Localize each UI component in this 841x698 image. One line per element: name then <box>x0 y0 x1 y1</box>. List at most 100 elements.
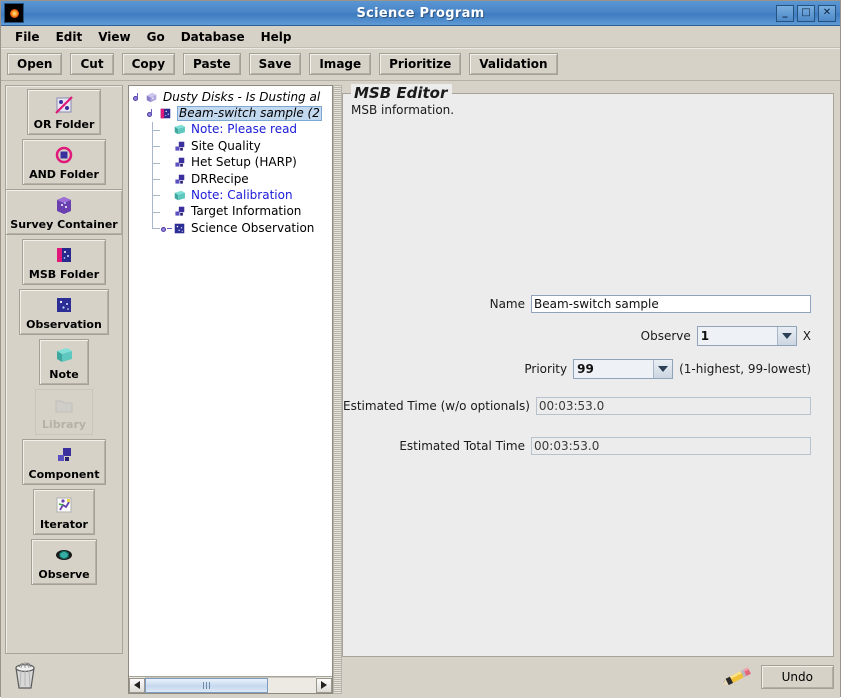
tree-node[interactable]: Note: Calibration <box>129 187 332 205</box>
close-button[interactable]: ✕ <box>818 4 836 22</box>
tree-node[interactable]: Het Setup (HARP) <box>129 154 332 172</box>
palette-button-label: Note <box>49 368 79 381</box>
component-icon <box>172 139 188 154</box>
trash-area <box>5 654 123 698</box>
palette-button-iterator[interactable]: Iterator <box>33 489 95 535</box>
priority-combobox[interactable]: 99 <box>573 359 674 379</box>
msb-form: Name Observe 1 X Priority <box>343 295 833 455</box>
survey-container-icon <box>53 194 75 216</box>
palette-button-label: Observe <box>38 568 90 581</box>
minimize-button[interactable]: _ <box>776 4 794 22</box>
palette-button-label: Component <box>28 468 100 481</box>
prioritize-button[interactable]: Prioritize <box>379 53 462 75</box>
palette-button-or-folder[interactable]: OR Folder <box>26 89 102 135</box>
scroll-left-icon[interactable] <box>129 677 145 693</box>
component-icon <box>172 155 188 170</box>
tree-node[interactable]: Science Observation <box>129 220 332 236</box>
palette-button-observation[interactable]: Observation <box>19 289 109 335</box>
tree-node[interactable]: Dusty Disks - Is Dusting al <box>129 89 332 105</box>
msb-folder-icon <box>158 106 174 121</box>
tree-horizontal-scrollbar[interactable] <box>129 676 332 693</box>
tree-node[interactable]: Site Quality <box>129 138 332 156</box>
tree-node-spacer <box>161 190 172 201</box>
palette-button-label: Iterator <box>40 518 88 531</box>
split-pane-divider[interactable] <box>333 85 342 694</box>
editor-area: MSB Editor MSB information. Name Observe… <box>342 84 834 694</box>
palette-button-msb-folder[interactable]: MSB Folder <box>21 239 107 285</box>
observation-icon <box>53 294 75 316</box>
note-icon <box>172 188 188 203</box>
palette-button-note[interactable]: Note <box>39 339 89 385</box>
name-input[interactable] <box>531 295 811 313</box>
tree-expander-toggle[interactable] <box>161 223 172 234</box>
iterator-icon <box>53 494 75 516</box>
name-label: Name <box>489 297 525 311</box>
maximize-button[interactable]: □ <box>797 4 815 22</box>
palette-button-and-folder[interactable]: AND Folder <box>22 139 106 185</box>
cut-button[interactable]: Cut <box>70 53 114 75</box>
component-icon <box>53 444 75 466</box>
toolbar: Open Cut Copy Paste Save Image Prioritiz… <box>1 48 840 81</box>
chevron-down-icon[interactable] <box>653 360 673 378</box>
note-icon <box>53 344 75 366</box>
menu-edit[interactable]: Edit <box>48 28 91 46</box>
image-button[interactable]: Image <box>309 53 372 75</box>
menu-view[interactable]: View <box>90 28 138 46</box>
tree-node-label: Target Information <box>191 204 302 219</box>
tree-node[interactable]: Beam-switch sample (2 <box>129 105 332 122</box>
estimated-total-time-label: Estimated Total Time <box>399 439 525 453</box>
scrollbar-thumb[interactable] <box>145 677 269 693</box>
program-tree[interactable]: Dusty Disks - Is Dusting al Beam-switch s… <box>129 86 332 676</box>
copy-button[interactable]: Copy <box>121 53 176 75</box>
save-button[interactable]: Save <box>248 53 302 75</box>
palette-button-label: AND Folder <box>29 168 99 181</box>
estimated-total-time-row: Estimated Total Time 00:03:53.0 <box>343 437 811 455</box>
estimated-time-value: 00:03:53.0 <box>535 397 811 415</box>
tree-node[interactable]: Target Information <box>129 203 332 221</box>
palette-button-observe[interactable]: Observe <box>31 539 97 585</box>
estimated-total-time-value: 00:03:53.0 <box>531 437 811 455</box>
note-icon <box>172 122 188 137</box>
menubar: File Edit View Go Database Help <box>1 26 840 48</box>
paste-button[interactable]: Paste <box>183 53 241 75</box>
palette-button-library: Library <box>34 389 94 435</box>
observe-combobox[interactable]: 1 <box>696 326 797 346</box>
observation-icon <box>172 221 188 236</box>
palette-button-label: Survey Container <box>10 218 118 231</box>
tree-node-label: Het Setup (HARP) <box>191 155 297 170</box>
window-titlebar: Science Program _ □ ✕ <box>1 1 840 26</box>
tree-expander-toggle[interactable] <box>133 92 144 103</box>
undo-button[interactable]: Undo <box>760 665 834 689</box>
msb-editor-legend: MSB Editor <box>351 84 453 102</box>
palette-button-component[interactable]: Component <box>21 439 107 485</box>
open-button[interactable]: Open <box>7 53 63 75</box>
priority-hint: (1-highest, 99-lowest) <box>679 362 811 376</box>
tree-node-label: Beam-switch sample (2 <box>177 106 322 122</box>
tree-node[interactable]: DRRecipe <box>129 170 332 188</box>
component-palette: OR Folder AND Folder Survey Container MSB F… <box>5 85 123 654</box>
menu-go[interactable]: Go <box>139 28 173 46</box>
scrollbar-track[interactable] <box>145 676 316 693</box>
pencil-icon <box>722 664 753 690</box>
window-controls: _ □ ✕ <box>776 4 836 22</box>
tree-node-label: DRRecipe <box>191 171 249 186</box>
library-icon <box>53 394 75 416</box>
scroll-right-icon[interactable] <box>316 677 332 693</box>
palette-button-label: MSB Folder <box>28 268 100 281</box>
component-icon <box>172 172 188 187</box>
chevron-down-icon[interactable] <box>776 327 796 345</box>
menu-file[interactable]: File <box>7 28 48 46</box>
tree-node[interactable]: Note: Please read <box>129 121 332 139</box>
palette-button-survey-container[interactable]: Survey Container <box>6 189 122 235</box>
tree-node-spacer <box>161 124 172 135</box>
star-icon <box>4 3 24 23</box>
tree-expander-toggle[interactable] <box>147 108 158 119</box>
tree-node-label: Site Quality <box>191 138 261 153</box>
validation-button[interactable]: Validation <box>469 53 558 75</box>
estimated-time-label: Estimated Time (w/o optionals) <box>343 399 530 413</box>
trash-icon[interactable] <box>9 659 41 694</box>
observe-label: Observe <box>640 329 691 343</box>
and-folder-icon <box>53 144 75 166</box>
menu-database[interactable]: Database <box>173 28 253 46</box>
menu-help[interactable]: Help <box>253 28 300 46</box>
